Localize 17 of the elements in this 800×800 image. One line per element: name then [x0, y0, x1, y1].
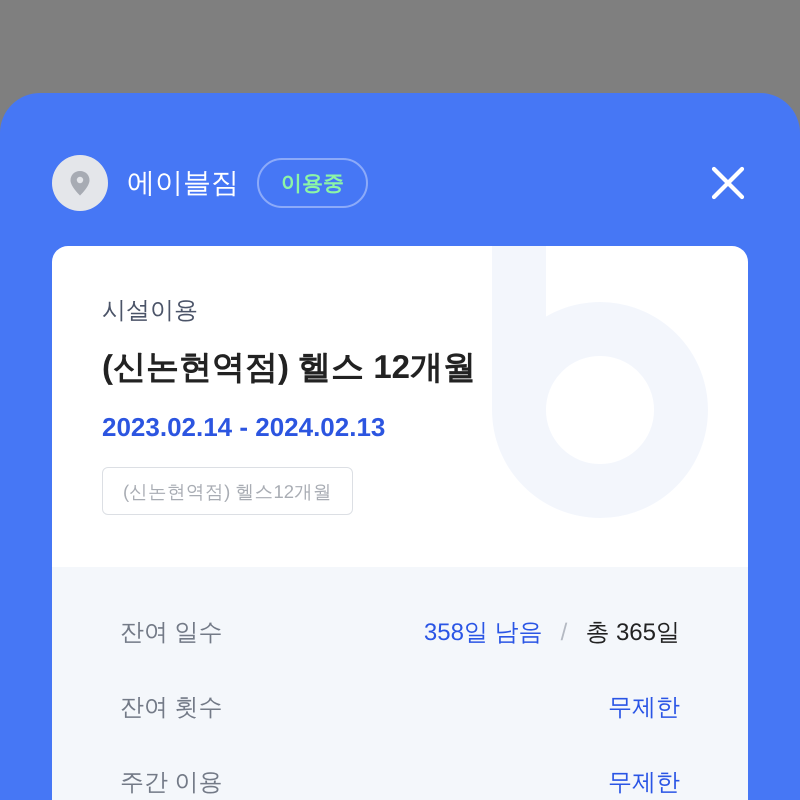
gym-name: 에이블짐: [127, 166, 239, 200]
pass-period: 2023.02.14 - 2024.02.13: [102, 411, 386, 444]
close-icon: [711, 166, 745, 200]
detail-value: 358일 남음: [424, 618, 543, 648]
close-button[interactable]: [711, 166, 745, 200]
detail-total: 총 365일: [585, 618, 680, 648]
detail-value: 무제한: [608, 768, 680, 798]
pass-category: 시설이용: [102, 296, 198, 326]
detail-label: 주간 이용: [120, 768, 223, 798]
pass-title: (신논현역점) 헬스 12개월: [102, 347, 476, 387]
detail-label: 잔여 횟수: [120, 692, 223, 722]
status-badge: 이용중: [257, 158, 368, 208]
detail-label: 잔여 일수: [120, 618, 223, 648]
separator: /: [560, 618, 568, 648]
detail-value: 무제한: [608, 692, 680, 722]
location-pin-icon: [52, 155, 108, 211]
pass-tag: (신논현역점) 헬스12개월: [102, 467, 354, 515]
